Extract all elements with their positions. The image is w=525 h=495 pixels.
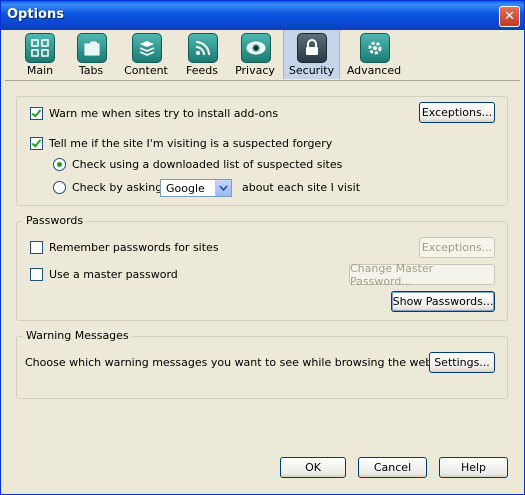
remember-passwords-checkbox[interactable] (30, 241, 43, 254)
master-password-label: Use a master password (49, 268, 178, 281)
tab-main-label: Main (26, 64, 54, 77)
tab-main[interactable]: Main (15, 30, 65, 79)
close-icon: ✕ (504, 9, 515, 24)
tab-advanced[interactable]: Advanced (342, 30, 406, 79)
warning-messages-legend: Warning Messages (23, 329, 132, 342)
tab-advanced-label: Advanced (346, 64, 402, 77)
tab-feeds-label: Feeds (186, 64, 218, 77)
password-exceptions-button[interactable]: Exceptions... (419, 237, 495, 258)
provider-select[interactable]: Google (160, 179, 232, 197)
feeds-icon (188, 33, 218, 63)
cancel-button[interactable]: Cancel (358, 457, 427, 478)
passwords-legend: Passwords (23, 214, 87, 227)
warning-messages-group: Warning Messages Choose which warning me… (16, 329, 508, 399)
downloaded-list-radio[interactable] (53, 158, 66, 171)
warning-settings-button[interactable]: Settings... (429, 352, 495, 373)
ask-provider-radio[interactable] (53, 181, 66, 194)
general-security-group: Warn me when sites try to install add-on… (16, 96, 508, 206)
privacy-icon (241, 33, 271, 63)
warn-addons-checkbox[interactable] (30, 107, 43, 120)
provider-value: Google (166, 181, 205, 195)
title-bar[interactable]: Options ✕ (1, 1, 524, 30)
ok-button[interactable]: OK (280, 457, 346, 478)
tab-content[interactable]: Content (117, 30, 175, 79)
options-window: Options ✕ Main Tabs Content Feeds Privac… (0, 0, 525, 495)
remember-passwords-row[interactable]: Remember passwords for sites (30, 241, 219, 254)
master-password-checkbox[interactable] (30, 268, 43, 281)
chevron-down-icon[interactable] (215, 180, 231, 196)
addons-exceptions-button[interactable]: Exceptions... (419, 102, 495, 123)
help-button[interactable]: Help (439, 457, 508, 478)
remember-passwords-label: Remember passwords for sites (49, 241, 219, 254)
tab-privacy-label: Privacy (235, 64, 275, 77)
window-title: Options (7, 7, 64, 22)
change-master-password-button[interactable]: Change Master Password... (349, 262, 495, 288)
forgery-row[interactable]: Tell me if the site I'm visiting is a su… (30, 137, 332, 150)
close-button[interactable]: ✕ (499, 6, 520, 27)
master-password-row[interactable]: Use a master password (30, 268, 178, 281)
tab-tabs-label: Tabs (78, 64, 104, 77)
tabs-icon (77, 33, 107, 63)
tab-security-label: Security (288, 64, 335, 77)
tab-security[interactable]: Security (283, 30, 340, 79)
warning-messages-description: Choose which warning messages you want t… (25, 356, 433, 369)
show-passwords-button[interactable]: Show Passwords... (391, 291, 495, 312)
tab-content-label: Content (124, 64, 168, 77)
warn-addons-label: Warn me when sites try to install add-on… (49, 107, 279, 120)
security-icon (297, 33, 327, 63)
options-toolbar: Main Tabs Content Feeds Privacy Security… (5, 30, 520, 81)
ask-provider-label: Check by asking (72, 181, 163, 194)
forgery-label: Tell me if the site I'm visiting is a su… (49, 137, 333, 150)
content-icon (132, 33, 162, 63)
warn-addons-row[interactable]: Warn me when sites try to install add-on… (30, 107, 278, 120)
forgery-checkbox[interactable] (30, 137, 43, 150)
main-icon (25, 33, 55, 63)
advanced-icon (360, 33, 390, 63)
downloaded-list-row[interactable]: Check using a downloaded list of suspect… (53, 158, 342, 171)
passwords-group: Passwords Remember passwords for sites E… (16, 214, 508, 321)
tab-tabs[interactable]: Tabs (67, 30, 115, 79)
downloaded-list-label: Check using a downloaded list of suspect… (72, 158, 343, 171)
ask-provider-suffix: about each site I visit (242, 181, 361, 194)
tab-privacy[interactable]: Privacy (229, 30, 281, 79)
ask-provider-row[interactable]: Check by asking (53, 181, 162, 194)
tab-feeds[interactable]: Feeds (177, 30, 227, 79)
